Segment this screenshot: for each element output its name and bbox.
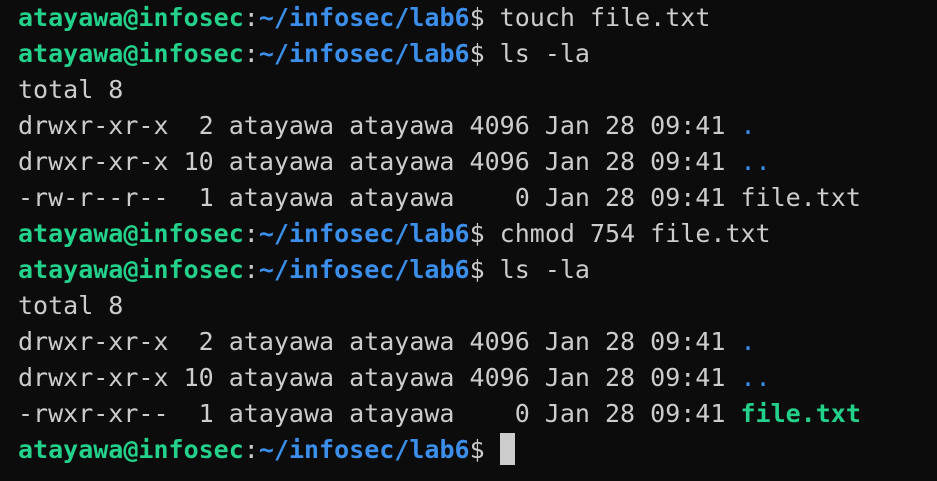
prompt-user-host: atayawa@infosec (18, 435, 244, 464)
command-text: ls -la (499, 255, 590, 284)
prompt-dollar: $ (469, 3, 500, 32)
prompt-dollar: $ (469, 39, 500, 68)
prompt-colon: : (243, 255, 259, 284)
prompt-user-host: atayawa@infosec (18, 39, 244, 68)
prompt-path: ~/infosec/lab6 (258, 255, 470, 284)
ls-entry-name: . (740, 327, 756, 356)
ls-entry-meta: -rw-r--r-- 1 atayawa atayawa 0 Jan 28 09… (18, 183, 741, 212)
command-text: chmod 754 file.txt (499, 219, 771, 248)
prompt-user-host: atayawa@infosec (18, 255, 244, 284)
prompt-colon: : (243, 435, 259, 464)
prompt-user-host: atayawa@infosec (18, 3, 244, 32)
text-cursor[interactable] (499, 433, 515, 465)
prompt-line: atayawa@infosec:~/infosec/lab6$ chmod 75… (18, 216, 937, 252)
ls-entry-line: drwxr-xr-x 2 atayawa atayawa 4096 Jan 28… (18, 324, 937, 360)
ls-entry-meta: drwxr-xr-x 2 atayawa atayawa 4096 Jan 28… (18, 327, 741, 356)
ls-entry-line: -rw-r--r-- 1 atayawa atayawa 0 Jan 28 09… (18, 180, 937, 216)
output-text: total 8 (18, 75, 124, 104)
prompt-line: atayawa@infosec:~/infosec/lab6$ ls -la (18, 36, 937, 72)
ls-entry-meta: drwxr-xr-x 10 atayawa atayawa 4096 Jan 2… (18, 363, 741, 392)
ls-entry-line: drwxr-xr-x 10 atayawa atayawa 4096 Jan 2… (18, 360, 937, 396)
ls-entry-meta: drwxr-xr-x 2 atayawa atayawa 4096 Jan 28… (18, 111, 741, 140)
ls-entry-name: file.txt (740, 399, 861, 428)
ls-entry-line: drwxr-xr-x 2 atayawa atayawa 4096 Jan 28… (18, 108, 937, 144)
ls-entry-name: .. (740, 363, 771, 392)
terminal-window[interactable]: atayawa@infosec:~/infosec/lab6$ touch fi… (0, 0, 937, 481)
prompt-colon: : (243, 3, 259, 32)
prompt-dollar: $ (469, 219, 500, 248)
prompt-path: ~/infosec/lab6 (258, 219, 470, 248)
output-line: total 8 (18, 72, 937, 108)
prompt-colon: : (243, 39, 259, 68)
ls-entry-meta: -rwxr-xr-- 1 atayawa atayawa 0 Jan 28 09… (18, 399, 741, 428)
prompt-line: atayawa@infosec:~/infosec/lab6$ touch fi… (18, 0, 937, 36)
ls-entry-name: .. (740, 147, 771, 176)
ls-entry-name: . (740, 111, 756, 140)
ls-entry-line: -rwxr-xr-- 1 atayawa atayawa 0 Jan 28 09… (18, 396, 937, 432)
prompt-line: atayawa@infosec:~/infosec/lab6$ (18, 432, 937, 468)
ls-entry-name: file.txt (740, 183, 861, 212)
prompt-colon: : (243, 219, 259, 248)
command-text: touch file.txt (499, 3, 711, 32)
terminal-output: atayawa@infosec:~/infosec/lab6$ touch fi… (18, 0, 937, 468)
prompt-path: ~/infosec/lab6 (258, 435, 470, 464)
prompt-path: ~/infosec/lab6 (258, 3, 470, 32)
prompt-user-host: atayawa@infosec (18, 219, 244, 248)
prompt-dollar: $ (469, 435, 500, 464)
prompt-dollar: $ (469, 255, 500, 284)
command-text: ls -la (499, 39, 590, 68)
prompt-line: atayawa@infosec:~/infosec/lab6$ ls -la (18, 252, 937, 288)
ls-entry-meta: drwxr-xr-x 10 atayawa atayawa 4096 Jan 2… (18, 147, 741, 176)
output-text: total 8 (18, 291, 124, 320)
prompt-path: ~/infosec/lab6 (258, 39, 470, 68)
output-line: total 8 (18, 288, 937, 324)
ls-entry-line: drwxr-xr-x 10 atayawa atayawa 4096 Jan 2… (18, 144, 937, 180)
